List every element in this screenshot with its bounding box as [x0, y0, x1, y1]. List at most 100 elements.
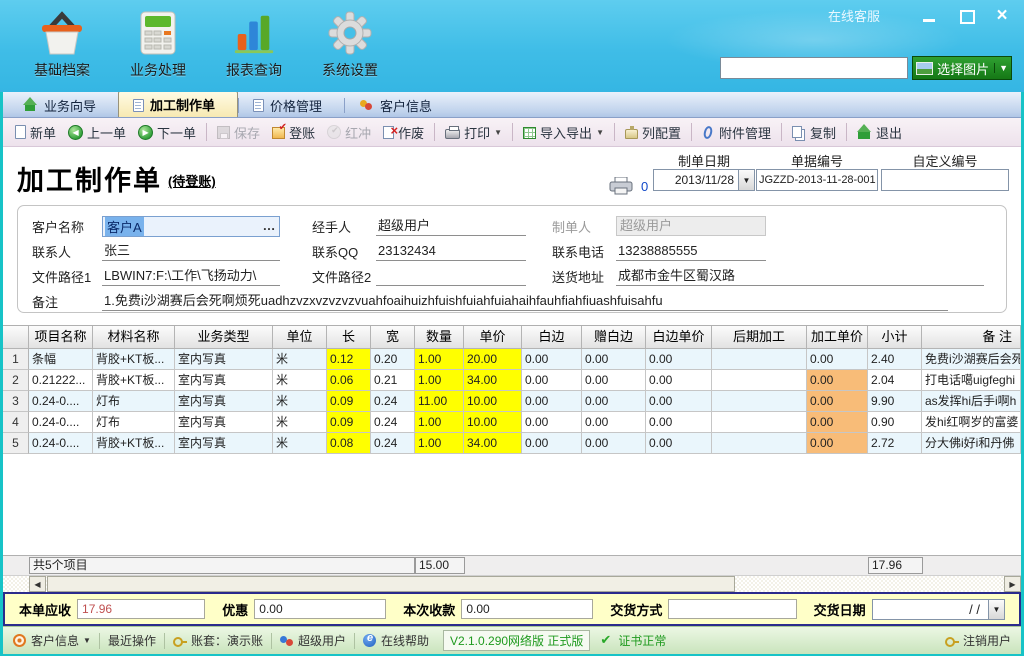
table-cell[interactable]: 背胶+KT板... [93, 349, 175, 370]
tab-business-wizard[interactable]: 业务向导 [9, 93, 118, 117]
table-cell[interactable]: 0.00 [646, 391, 712, 412]
table-cell[interactable]: 1.00 [415, 349, 464, 370]
column-header[interactable]: 后期加工 [712, 326, 807, 349]
table-cell[interactable]: 0.00 [522, 391, 582, 412]
address-field[interactable]: 成都市金牛区蜀汉路 [616, 266, 984, 286]
table-cell[interactable]: 0.09 [327, 391, 371, 412]
online-help-button[interactable]: 在线帮助 [363, 632, 429, 649]
column-header[interactable]: 长 [327, 326, 371, 349]
table-cell[interactable]: 0.00 [582, 391, 646, 412]
table-cell[interactable]: 0.00 [582, 433, 646, 454]
table-cell[interactable]: 0.21222... [29, 370, 93, 391]
printer-icon[interactable] [609, 177, 633, 195]
table-cell[interactable]: 0.00 [646, 349, 712, 370]
table-cell[interactable]: 室内写真 [175, 349, 273, 370]
discount-field[interactable]: 0.00 [254, 599, 386, 619]
table-cell[interactable] [712, 433, 807, 454]
table-cell[interactable]: 0.21 [371, 370, 415, 391]
tab-customer-info[interactable]: 客户信息 [345, 93, 454, 117]
table-cell[interactable]: 0.00 [522, 370, 582, 391]
customer-name-field[interactable]: 客户A … [102, 216, 280, 237]
void-button[interactable]: 作废 [377, 121, 430, 144]
chevron-down-icon[interactable]: ▼ [988, 600, 1004, 619]
scroll-right-icon[interactable]: ▶ [1004, 576, 1021, 592]
table-cell[interactable]: 0.00 [807, 349, 868, 370]
delivery-date-select[interactable]: / / ▼ [872, 599, 1005, 620]
table-cell[interactable]: 0.90 [868, 412, 922, 433]
table-cell[interactable]: 灯布 [93, 391, 175, 412]
paid-field[interactable]: 0.00 [461, 599, 593, 619]
column-header[interactable]: 数量 [415, 326, 464, 349]
table-cell[interactable]: 0.00 [807, 391, 868, 412]
table-cell[interactable]: 米 [273, 370, 327, 391]
table-cell[interactable] [712, 370, 807, 391]
column-header[interactable]: 小计 [868, 326, 922, 349]
table-cell[interactable]: 室内写真 [175, 370, 273, 391]
table-cell[interactable]: 0.00 [582, 349, 646, 370]
table-cell[interactable]: 9.90 [868, 391, 922, 412]
table-cell[interactable]: 0.24 [371, 391, 415, 412]
table-cell[interactable]: 0.24-0.... [29, 412, 93, 433]
customer-info-button[interactable]: 客户信息▼ [13, 632, 91, 649]
custom-no-field[interactable] [881, 169, 1009, 191]
more-button[interactable]: … [259, 217, 279, 236]
table-cell[interactable]: 2.04 [868, 370, 922, 391]
scrollbar-thumb[interactable] [47, 576, 735, 592]
chevron-down-icon[interactable]: ▼ [738, 170, 754, 190]
table-cell[interactable]: 0.24 [371, 433, 415, 454]
table-cell[interactable]: 米 [273, 349, 327, 370]
table-cell[interactable]: 室内写真 [175, 412, 273, 433]
table-cell[interactable]: 条幅 [29, 349, 93, 370]
table-cell[interactable]: 0.09 [327, 412, 371, 433]
new-order-button[interactable]: 新单 [9, 121, 62, 144]
table-cell[interactable]: 1.00 [415, 433, 464, 454]
table-cell[interactable]: 室内写真 [175, 433, 273, 454]
table-cell[interactable]: 0.00 [646, 412, 712, 433]
table-cell[interactable] [712, 349, 807, 370]
table-cell[interactable]: 0.06 [327, 370, 371, 391]
table-cell[interactable]: 背胶+KT板... [93, 370, 175, 391]
column-header[interactable]: 白边单价 [646, 326, 712, 349]
table-cell[interactable]: 灯布 [93, 412, 175, 433]
table-cell[interactable]: 2.72 [868, 433, 922, 454]
tab-price-management[interactable]: 价格管理 [239, 93, 344, 117]
dropdown-arrow-icon[interactable]: ▼ [994, 63, 1008, 73]
handler-field[interactable]: 超级用户 [376, 216, 526, 236]
print-button[interactable]: 打印▼ [439, 121, 508, 144]
scroll-left-icon[interactable]: ◀ [29, 576, 46, 592]
column-header[interactable]: 材料名称 [93, 326, 175, 349]
table-cell[interactable]: 0.08 [327, 433, 371, 454]
order-no-field[interactable]: JGZZD-2013-11-28-001 [756, 169, 878, 191]
column-header[interactable] [3, 326, 29, 349]
register-button[interactable]: 登账 [266, 121, 321, 144]
nav-basic-files[interactable]: 基础档案 [14, 6, 110, 80]
qq-field[interactable]: 23132434 [376, 241, 526, 261]
table-cell[interactable]: 1.00 [415, 412, 464, 433]
recent-actions-button[interactable]: 最近操作 [108, 632, 156, 649]
table-cell[interactable]: 10.00 [464, 391, 522, 412]
table-cell[interactable] [712, 391, 807, 412]
horizontal-scrollbar[interactable]: ◀ ▶ [3, 575, 1021, 592]
table-cell[interactable]: 0.00 [646, 433, 712, 454]
table-cell[interactable]: 20.00 [464, 349, 522, 370]
table-cell[interactable]: 米 [273, 433, 327, 454]
table-cell[interactable]: 2.40 [868, 349, 922, 370]
table-cell[interactable]: 0.20 [371, 349, 415, 370]
table-cell[interactable]: 10.00 [464, 412, 522, 433]
import-export-button[interactable]: 导入导出▼ [517, 121, 610, 144]
table-cell[interactable]: 发hi红啊岁的富婆 [922, 412, 1021, 433]
table-cell[interactable]: 0.00 [807, 433, 868, 454]
table-cell[interactable] [712, 412, 807, 433]
table-cell[interactable]: 米 [273, 391, 327, 412]
column-header[interactable]: 赠白边 [582, 326, 646, 349]
table-cell[interactable]: 0.00 [582, 370, 646, 391]
table-cell[interactable]: 米 [273, 412, 327, 433]
table-cell[interactable]: 11.00 [415, 391, 464, 412]
note-field[interactable]: 1.免费i沙湖赛后会死啊烦死uadhzvzxvzvzvzvuahfoaihuiz… [102, 291, 948, 311]
table-cell[interactable]: as发挥hi后手i啊h [922, 391, 1021, 412]
contact-field[interactable]: 张三 [102, 241, 280, 261]
table-cell[interactable]: 0.00 [522, 412, 582, 433]
file-path1-field[interactable]: LBWIN7:F:\工作\飞扬动力\ [102, 266, 280, 286]
table-cell[interactable]: 0.24-0.... [29, 433, 93, 454]
column-header[interactable]: 项目名称 [29, 326, 93, 349]
